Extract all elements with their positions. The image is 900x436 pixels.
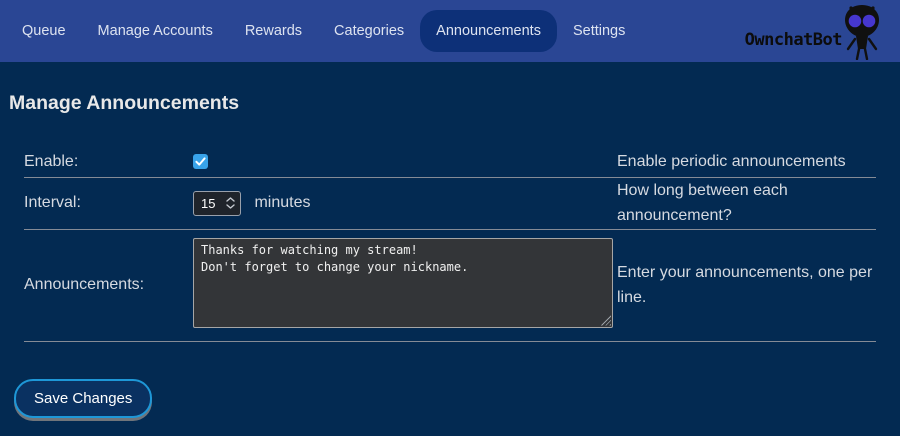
robot-mascot-icon [840,4,884,60]
page-title: Manage Announcements [9,92,876,115]
logo-text: OwnchatBot [745,30,842,62]
announcements-row: Announcements: Thanks for watching my st… [24,229,876,341]
enable-checkbox[interactable] [193,154,208,169]
enable-label: Enable: [24,153,78,170]
announcements-textarea-wrap: Thanks for watching my stream! Don't for… [193,238,613,328]
announcements-label: Announcements: [24,276,144,293]
announcements-form: Enable: Enable periodic announcements In… [24,147,876,342]
nav-item-queue[interactable]: Queue [6,10,82,53]
nav-item-settings[interactable]: Settings [557,10,641,53]
chevron-down-icon [226,204,235,209]
nav-item-rewards[interactable]: Rewards [229,10,318,53]
interval-unit-label: minutes [254,194,310,211]
interval-value: 15 [194,196,226,211]
main-content: Manage Announcements Enable: Enable peri… [0,92,900,418]
interval-row: Interval: 15 minutes How [24,177,876,229]
logo: OwnchatBot [745,0,884,62]
interval-input[interactable]: 15 [193,191,241,216]
nav-item-categories[interactable]: Categories [318,10,420,53]
top-nav: Queue Manage Accounts Rewards Categories… [0,0,900,62]
chevron-up-icon [226,197,235,202]
enable-row: Enable: Enable periodic announcements [24,147,876,177]
enable-help-text: Enable periodic announcements [617,153,846,170]
save-changes-button[interactable]: Save Changes [14,379,152,418]
number-spinner[interactable] [226,197,240,209]
announcements-help-text: Enter your announcements, one per line. [617,264,872,307]
nav-item-manage-accounts[interactable]: Manage Accounts [82,10,229,53]
announcements-textarea[interactable]: Thanks for watching my stream! Don't for… [193,238,613,328]
interval-label: Interval: [24,194,81,211]
interval-help-text: How long between each announcement? [617,182,788,225]
checkmark-icon [193,154,208,169]
nav-item-announcements[interactable]: Announcements [420,10,557,53]
